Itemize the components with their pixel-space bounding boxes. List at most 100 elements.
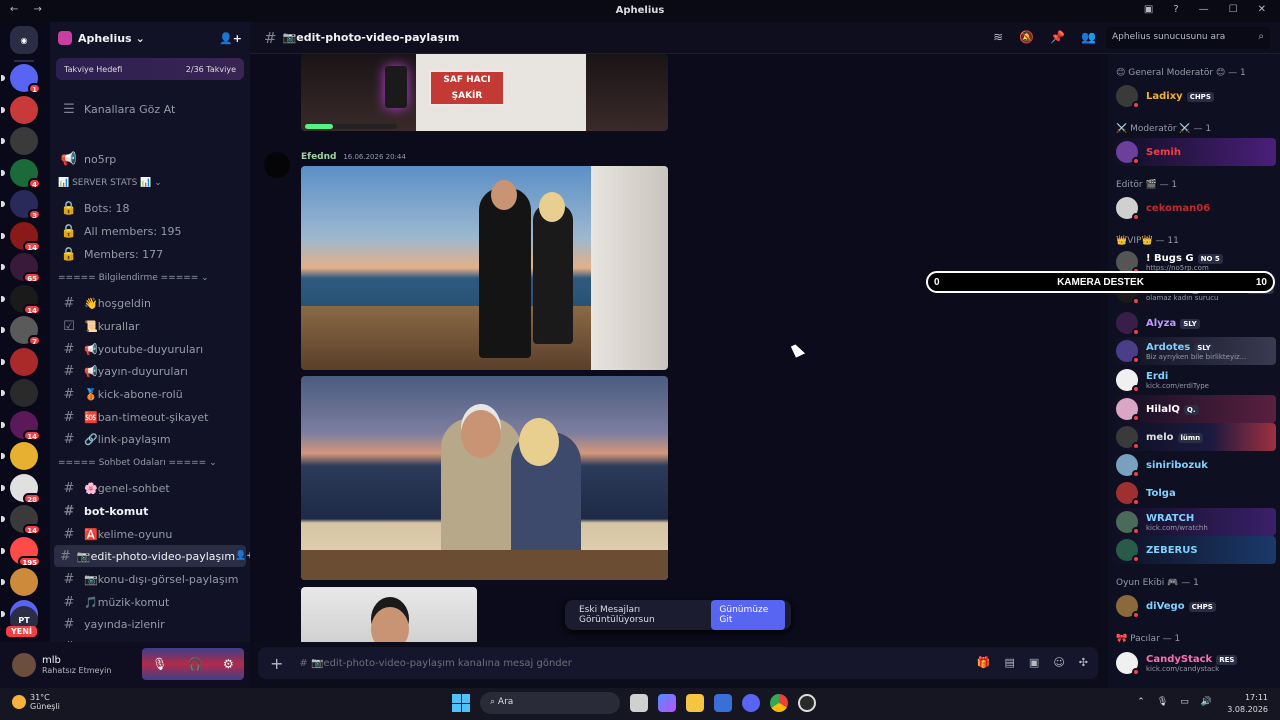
obs-icon[interactable] [798, 694, 816, 712]
member-item[interactable]: diVego CHPS [1112, 592, 1276, 620]
member-item[interactable]: ZEBERUS [1112, 536, 1276, 564]
discord-icon[interactable] [742, 694, 760, 712]
channel-category[interactable]: ===== Bilgilendirme ===== ⌄ [58, 273, 209, 283]
member-item[interactable]: Erdi kick.com/erdiType [1112, 366, 1276, 394]
member-item[interactable]: Tolga [1112, 479, 1276, 507]
channel-item[interactable]: 🔒 Bots: 18 [54, 197, 246, 219]
server-icon[interactable]: 14 [1, 505, 41, 535]
microphone-icon[interactable]: 🎙 [152, 657, 167, 671]
threads-icon[interactable]: ≋ [993, 30, 1003, 44]
copilot-icon[interactable] [658, 694, 676, 712]
clock[interactable]: 17:11 3.08.2026 [1227, 692, 1268, 716]
invite-icon[interactable]: 👤+ [235, 551, 250, 561]
channel-item[interactable]: 🔒 Members: 177 [54, 243, 246, 265]
channel-item[interactable]: # 🥉kick-abone-rolü [54, 383, 246, 405]
channel-item[interactable]: # 📢yayın-duyuruları [54, 360, 246, 382]
server-header[interactable]: Aphelius ⌄ 👤+ [50, 22, 250, 54]
headphones-icon[interactable]: 🎧 [188, 657, 203, 671]
server-icon[interactable]: 7 [1, 316, 41, 346]
attachment-image[interactable]: SAF HACI ŞAKİR [301, 54, 668, 131]
server-icon[interactable]: 3 [1, 190, 41, 220]
channel-item[interactable]: # 📷edit-photo-video-paylaşım👤+ [54, 545, 250, 567]
server-icon[interactable] [1, 127, 38, 155]
member-item[interactable]: WRATCH kick.com/wratchh [1112, 508, 1276, 536]
channel-category[interactable]: 📊 SERVER STATS 📊 ⌄ [58, 178, 162, 188]
inbox-icon[interactable]: ▣ [1144, 4, 1153, 15]
task-view-icon[interactable] [630, 694, 648, 712]
message-author[interactable]: Efednd [301, 152, 336, 162]
server-icon[interactable] [1, 379, 38, 407]
server-icon[interactable]: 65 [1, 253, 41, 283]
server-icon[interactable]: 28 [1, 473, 41, 504]
pin-icon[interactable]: 📌 [1050, 30, 1065, 44]
server-icon[interactable] [1, 568, 38, 596]
member-item[interactable]: siniribozuk [1112, 451, 1276, 479]
member-item[interactable]: Alyza SLY [1112, 309, 1276, 337]
channel-item[interactable]: ☑ 📜kurallar [54, 315, 246, 337]
member-item[interactable]: Ladixy CHPS [1112, 82, 1276, 110]
close-button[interactable]: ✕ [1258, 4, 1266, 15]
store-icon[interactable] [714, 694, 732, 712]
member-item[interactable]: cekoman06 [1112, 194, 1276, 222]
member-item[interactable]: melo lümn [1112, 423, 1276, 451]
search-input[interactable]: Aphelius sunucusunu ara ⌕ [1106, 27, 1270, 49]
channel-item[interactable]: # 🆘ban-timeout-şikayet [54, 406, 246, 428]
channel-item[interactable]: # 🎵müzik-komut [54, 591, 246, 613]
windows-start-icon[interactable] [452, 694, 470, 712]
member-list-icon[interactable]: 👥 [1081, 30, 1096, 44]
volume-icon[interactable]: 🔊 [1201, 697, 1212, 707]
mute-icon[interactable]: 🔕 [1019, 30, 1034, 44]
message-composer[interactable]: + # 📷edit-photo-video-paylaşım kanalına … [258, 647, 1098, 679]
taskbar-search[interactable]: ⌕ Ara [480, 692, 620, 714]
channel-item[interactable]: # yayında-izlenir [54, 613, 246, 635]
server-icon[interactable]: 14 [1, 410, 41, 441]
maximize-button[interactable]: ☐ [1229, 4, 1238, 15]
server-icon[interactable] [1, 95, 38, 124]
channel-item[interactable]: # 🔗link-paylaşım [54, 428, 246, 450]
server-icon[interactable]: 14 [1, 284, 41, 315]
server-icon[interactable]: 1 [1, 64, 41, 94]
network-icon[interactable]: ▭ [1180, 697, 1189, 707]
member-item[interactable]: HilalQ Q. [1112, 395, 1276, 423]
server-icon[interactable]: 195 [1, 536, 41, 567]
server-icon[interactable]: 14 [1, 221, 41, 252]
member-item[interactable]: Ardotes SLY Biz ayrıyken bile birlikteyiz.… [1112, 337, 1276, 365]
channel-item[interactable]: # 📢youtube-duyuruları [54, 338, 246, 360]
gif-icon[interactable]: ▤ [1005, 656, 1015, 669]
weather-widget[interactable]: 31°C Güneşli [12, 693, 60, 711]
attachment-image[interactable] [301, 376, 668, 580]
member-item[interactable]: CandyStack RES kick.com/candystack [1112, 649, 1276, 677]
channel-item[interactable]: # 👋hoşgeldin [54, 292, 246, 314]
channel-category[interactable]: ===== Sohbet Odaları ===== ⌄ [58, 458, 217, 468]
server-icon[interactable] [1, 347, 38, 376]
apps-icon[interactable]: ✣ [1079, 656, 1088, 669]
channel-item[interactable]: 📢 no5rp [54, 148, 246, 170]
avatar[interactable] [264, 152, 290, 178]
boost-goal-bar[interactable]: Takviye Hedefi 2/36 Takviye [56, 58, 244, 80]
chrome-icon[interactable] [770, 694, 788, 712]
channel-item[interactable]: # 🅰️kelime-oyunu [54, 523, 246, 545]
jump-to-present-button[interactable]: Günümüze Git [711, 600, 785, 630]
attachment-image[interactable] [301, 587, 477, 642]
discord-home-icon[interactable]: ◉ [10, 26, 38, 54]
emoji-icon[interactable]: ☺ [1053, 656, 1064, 669]
channel-item[interactable]: # 🌸genel-sohbet [54, 477, 246, 499]
help-icon[interactable]: ? [1173, 4, 1178, 15]
member-item[interactable]: Semih [1112, 138, 1276, 166]
gift-icon[interactable]: 🎁 [977, 656, 991, 669]
server-icon[interactable] [1, 442, 38, 470]
chevron-up-icon[interactable]: ⌃ [1137, 697, 1145, 707]
avatar[interactable] [12, 653, 36, 677]
browse-channels[interactable]: ☰ Kanallara Göz At [54, 98, 246, 120]
server-icon[interactable]: 4 [1, 158, 41, 189]
file-explorer-icon[interactable] [686, 694, 704, 712]
sticker-icon[interactable]: ▣ [1029, 656, 1039, 669]
attachment-image[interactable] [301, 166, 668, 370]
minimize-button[interactable]: — [1199, 4, 1209, 15]
add-member-icon[interactable]: 👤+ [219, 32, 242, 45]
channel-item[interactable]: 🔒 All members: 195 [54, 220, 246, 242]
microphone-icon[interactable]: 🎙 [1157, 697, 1168, 707]
channel-item[interactable]: # 📷konu-dışı-görsel-paylaşım [54, 568, 246, 590]
channel-item[interactable]: # bot-komut [54, 500, 246, 522]
gear-icon[interactable]: ⚙ [223, 657, 234, 671]
